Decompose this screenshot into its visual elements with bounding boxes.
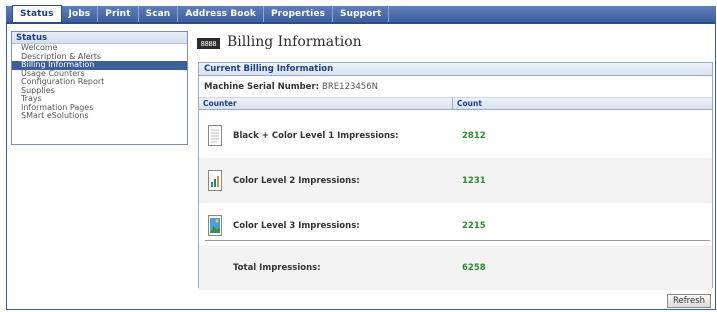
tab-status[interactable]: Status	[12, 5, 62, 22]
serial-number-row: Machine Serial Number: BRE123456N	[199, 76, 712, 98]
column-header-count: Count	[457, 99, 482, 108]
sidebar-item-smart-esolutions[interactable]: SMart eSolutions	[12, 111, 187, 121]
refresh-button[interactable]: Refresh	[667, 294, 711, 308]
counter-value: 1231	[462, 175, 486, 186]
column-header-row: Counter Count	[199, 98, 712, 110]
billing-panel: Current Billing Information Machine Seri…	[198, 62, 713, 290]
counter-label: Black + Color Level 1 Impressions:	[233, 130, 399, 141]
counter-label: Color Level 2 Impressions:	[233, 175, 360, 186]
tab-bar: Status Jobs Print Scan Address Book Prop…	[6, 5, 716, 24]
photo-document-icon	[208, 215, 222, 236]
counter-label: Color Level 3 Impressions:	[233, 220, 360, 231]
tab-address-book[interactable]: Address Book	[178, 6, 264, 22]
document-page-icon	[208, 125, 222, 146]
counter-display-icon: 8888	[197, 38, 220, 49]
page-title: Billing Information	[227, 34, 362, 50]
serial-value: BRE123456N	[322, 81, 378, 92]
sidebar: Status Welcome Description & Alerts Bill…	[11, 31, 188, 145]
counter-value: 2812	[462, 130, 486, 141]
column-header-counter: Counter	[199, 98, 453, 109]
tab-properties[interactable]: Properties	[264, 6, 334, 22]
tab-support[interactable]: Support	[333, 6, 390, 22]
table-row: Color Level 3 Impressions: 2215	[199, 203, 712, 248]
total-value: 6258	[462, 262, 486, 273]
bar-chart-document-icon	[208, 170, 222, 191]
tab-print[interactable]: Print	[98, 6, 139, 22]
serial-label: Machine Serial Number:	[204, 81, 320, 92]
total-label: Total Impressions:	[233, 262, 321, 273]
table-row-total: Total Impressions: 6258	[199, 245, 712, 290]
counter-value: 2215	[462, 220, 486, 231]
panel-header: Current Billing Information	[199, 63, 712, 76]
tab-jobs[interactable]: Jobs	[62, 6, 99, 22]
table-row: Black + Color Level 1 Impressions: 2812	[199, 113, 712, 158]
divider	[205, 240, 710, 241]
table-row: Color Level 2 Impressions: 1231	[199, 158, 712, 203]
tab-scan[interactable]: Scan	[139, 6, 179, 22]
